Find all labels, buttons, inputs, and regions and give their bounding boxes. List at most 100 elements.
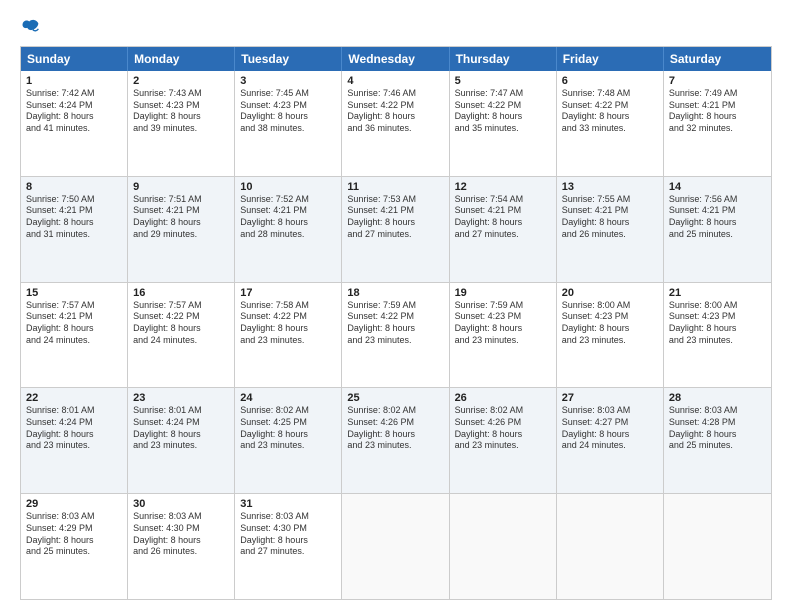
cell-line: and 38 minutes. (240, 123, 336, 135)
day-cell-1: 1Sunrise: 7:42 AMSunset: 4:24 PMDaylight… (21, 71, 128, 176)
cell-line: Sunset: 4:23 PM (455, 311, 551, 323)
cell-line: Daylight: 8 hours (455, 217, 551, 229)
cell-line: and 35 minutes. (455, 123, 551, 135)
calendar-row-2: 8Sunrise: 7:50 AMSunset: 4:21 PMDaylight… (21, 176, 771, 282)
cell-line: Sunset: 4:21 PM (455, 205, 551, 217)
cell-line: Daylight: 8 hours (133, 323, 229, 335)
cell-line: Sunset: 4:22 PM (133, 311, 229, 323)
header-cell-monday: Monday (128, 47, 235, 71)
cell-line: Sunrise: 7:49 AM (669, 88, 766, 100)
cell-line: and 23 minutes. (240, 335, 336, 347)
cell-line: and 28 minutes. (240, 229, 336, 241)
cell-line: Sunrise: 7:59 AM (455, 300, 551, 312)
cell-line: Sunrise: 8:03 AM (133, 511, 229, 523)
cell-line: Sunset: 4:30 PM (240, 523, 336, 535)
day-cell-17: 17Sunrise: 7:58 AMSunset: 4:22 PMDayligh… (235, 283, 342, 388)
cell-line: and 23 minutes. (347, 440, 443, 452)
cell-line: Sunrise: 7:45 AM (240, 88, 336, 100)
cell-line: Daylight: 8 hours (240, 535, 336, 547)
cell-line: Sunset: 4:21 PM (133, 205, 229, 217)
day-cell-22: 22Sunrise: 8:01 AMSunset: 4:24 PMDayligh… (21, 388, 128, 493)
day-cell-31: 31Sunrise: 8:03 AMSunset: 4:30 PMDayligh… (235, 494, 342, 599)
cell-line: Sunset: 4:24 PM (133, 417, 229, 429)
cell-line: Sunrise: 7:51 AM (133, 194, 229, 206)
day-number: 5 (455, 75, 551, 87)
cell-line: and 23 minutes. (347, 335, 443, 347)
cell-line: and 32 minutes. (669, 123, 766, 135)
cell-line: Sunrise: 7:46 AM (347, 88, 443, 100)
day-number: 12 (455, 181, 551, 193)
cell-line: Daylight: 8 hours (133, 217, 229, 229)
cell-line: Daylight: 8 hours (562, 323, 658, 335)
header-cell-sunday: Sunday (21, 47, 128, 71)
day-number: 8 (26, 181, 122, 193)
cell-line: Daylight: 8 hours (455, 429, 551, 441)
cell-line: Sunset: 4:21 PM (26, 311, 122, 323)
cell-line: Daylight: 8 hours (240, 217, 336, 229)
day-number: 26 (455, 392, 551, 404)
cell-line: Daylight: 8 hours (26, 535, 122, 547)
cell-line: Sunrise: 7:59 AM (347, 300, 443, 312)
calendar-row-4: 22Sunrise: 8:01 AMSunset: 4:24 PMDayligh… (21, 387, 771, 493)
cell-line: Sunrise: 7:53 AM (347, 194, 443, 206)
day-number: 9 (133, 181, 229, 193)
day-cell-3: 3Sunrise: 7:45 AMSunset: 4:23 PMDaylight… (235, 71, 342, 176)
day-cell-20: 20Sunrise: 8:00 AMSunset: 4:23 PMDayligh… (557, 283, 664, 388)
cell-line: Sunrise: 7:55 AM (562, 194, 658, 206)
cell-line: Daylight: 8 hours (669, 217, 766, 229)
day-cell-11: 11Sunrise: 7:53 AMSunset: 4:21 PMDayligh… (342, 177, 449, 282)
header-cell-saturday: Saturday (664, 47, 771, 71)
cell-line: Sunset: 4:26 PM (455, 417, 551, 429)
cell-line: and 23 minutes. (26, 440, 122, 452)
day-cell-19: 19Sunrise: 7:59 AMSunset: 4:23 PMDayligh… (450, 283, 557, 388)
day-number: 21 (669, 287, 766, 299)
calendar: SundayMondayTuesdayWednesdayThursdayFrid… (20, 46, 772, 600)
day-cell-27: 27Sunrise: 8:03 AMSunset: 4:27 PMDayligh… (557, 388, 664, 493)
calendar-row-1: 1Sunrise: 7:42 AMSunset: 4:24 PMDaylight… (21, 71, 771, 176)
day-number: 1 (26, 75, 122, 87)
day-cell-4: 4Sunrise: 7:46 AMSunset: 4:22 PMDaylight… (342, 71, 449, 176)
cell-line: Sunrise: 8:02 AM (240, 405, 336, 417)
cell-line: Sunset: 4:21 PM (562, 205, 658, 217)
header (20, 16, 772, 38)
cell-line: and 25 minutes. (669, 229, 766, 241)
cell-line: Sunrise: 7:57 AM (133, 300, 229, 312)
cell-line: Daylight: 8 hours (26, 323, 122, 335)
day-number: 6 (562, 75, 658, 87)
day-cell-9: 9Sunrise: 7:51 AMSunset: 4:21 PMDaylight… (128, 177, 235, 282)
cell-line: Daylight: 8 hours (347, 111, 443, 123)
cell-line: and 26 minutes. (562, 229, 658, 241)
cell-line: Daylight: 8 hours (26, 217, 122, 229)
cell-line: Sunset: 4:26 PM (347, 417, 443, 429)
day-cell-25: 25Sunrise: 8:02 AMSunset: 4:26 PMDayligh… (342, 388, 449, 493)
day-number: 31 (240, 498, 336, 510)
cell-line: Daylight: 8 hours (669, 111, 766, 123)
cell-line: Sunrise: 8:01 AM (133, 405, 229, 417)
empty-cell-4-3 (342, 494, 449, 599)
day-cell-15: 15Sunrise: 7:57 AMSunset: 4:21 PMDayligh… (21, 283, 128, 388)
cell-line: Sunset: 4:24 PM (26, 100, 122, 112)
cell-line: and 27 minutes. (347, 229, 443, 241)
cell-line: and 39 minutes. (133, 123, 229, 135)
cell-line: Daylight: 8 hours (562, 429, 658, 441)
day-number: 23 (133, 392, 229, 404)
day-cell-2: 2Sunrise: 7:43 AMSunset: 4:23 PMDaylight… (128, 71, 235, 176)
cell-line: Daylight: 8 hours (562, 111, 658, 123)
day-number: 28 (669, 392, 766, 404)
cell-line: Sunrise: 8:03 AM (562, 405, 658, 417)
empty-cell-4-4 (450, 494, 557, 599)
day-cell-10: 10Sunrise: 7:52 AMSunset: 4:21 PMDayligh… (235, 177, 342, 282)
cell-line: Sunrise: 7:54 AM (455, 194, 551, 206)
cell-line: and 41 minutes. (26, 123, 122, 135)
cell-line: Daylight: 8 hours (240, 429, 336, 441)
cell-line: Daylight: 8 hours (347, 429, 443, 441)
day-cell-28: 28Sunrise: 8:03 AMSunset: 4:28 PMDayligh… (664, 388, 771, 493)
cell-line: Sunset: 4:24 PM (26, 417, 122, 429)
cell-line: and 23 minutes. (133, 440, 229, 452)
cell-line: and 24 minutes. (133, 335, 229, 347)
cell-line: and 23 minutes. (240, 440, 336, 452)
day-number: 4 (347, 75, 443, 87)
cell-line: Daylight: 8 hours (133, 111, 229, 123)
cell-line: Daylight: 8 hours (562, 217, 658, 229)
cell-line: Sunset: 4:21 PM (669, 205, 766, 217)
